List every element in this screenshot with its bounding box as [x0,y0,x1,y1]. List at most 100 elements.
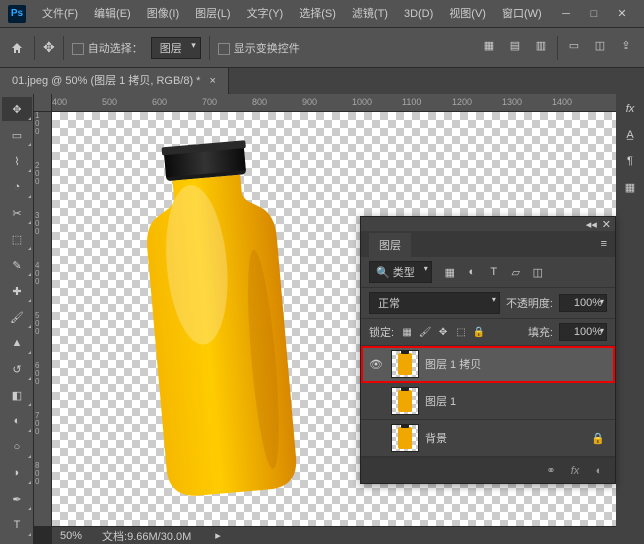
auto-select-label: 自动选择： [72,40,143,56]
titlebar: Ps 文件(F)编辑(E)图像(I)图层(L)文字(Y)选择(S)滤镜(T)3D… [0,0,644,28]
menu-文件f[interactable]: 文件(F) [34,0,86,28]
menu-滤镜t[interactable]: 滤镜(T) [344,0,396,28]
type-panel-icon[interactable]: A̲ [619,124,641,146]
filter-smart-icon[interactable]: ◫ [530,264,546,280]
link-layers-icon[interactable]: ⚭ [543,463,559,479]
tab-close-icon[interactable]: × [210,75,216,87]
eraser-tool[interactable]: ◧ [2,383,32,407]
frame-tool[interactable]: ⬚ [2,227,32,251]
brush-tool[interactable]: 🖌 [2,305,32,329]
layer-fx-icon[interactable]: fx [567,463,583,479]
layers-tab[interactable]: 图层 [369,233,411,257]
ps-logo: Ps [8,5,26,23]
fx-panel-icon[interactable]: fx [619,98,641,120]
panel-menu-icon[interactable]: ≡ [601,238,607,250]
filter-type-select[interactable]: 🔍 类型 [369,261,432,283]
menu-视图v[interactable]: 视图(V) [441,0,494,28]
menu-文字y[interactable]: 文字(Y) [239,0,292,28]
filter-type-icon[interactable]: T [486,264,502,280]
marquee-tool[interactable]: ▭ [2,123,32,147]
lock-pixels-icon[interactable]: 🖌 [418,325,432,339]
move-tool-icon: ✥ [43,39,55,56]
home-icon[interactable] [8,39,26,57]
align-icon-3[interactable]: ▥ [531,36,551,56]
lock-label: 锁定: [369,324,394,340]
align-icon-1[interactable]: ▦ [479,36,499,56]
layer-name[interactable]: 背景 [425,430,591,446]
filter-shape-icon[interactable]: ▱ [508,264,524,280]
auto-select-checkbox[interactable] [72,43,84,55]
layer-name[interactable]: 图层 1 拷贝 [425,356,609,372]
paragraph-panel-icon[interactable]: ¶ [619,150,641,172]
menu-图层l[interactable]: 图层(L) [187,0,238,28]
dodge-tool[interactable]: ◗ [2,461,32,485]
panel-close-icon[interactable]: ✕ [602,218,611,231]
menu-编辑e[interactable]: 编辑(E) [86,0,139,28]
eyedropper-tool[interactable]: ✎ [2,253,32,277]
layers-footer: ⚭ fx ◐ [361,457,615,483]
bottle-image [112,132,352,512]
layer-name[interactable]: 图层 1 [425,393,609,409]
menu-图像i[interactable]: 图像(I) [139,0,187,28]
panel-collapse-icon[interactable]: ◂◂ [586,218,597,231]
ruler-corner [34,94,52,112]
visibility-toggle[interactable] [367,392,385,410]
quick-select-tool[interactable]: ◔ [2,175,32,199]
lock-all-icon[interactable]: 🔒 [472,325,486,339]
options-bar: ✥ 自动选择： 图层 显示变换控件 ▦ ▤ ▥ ▭ ◫ ⇪ [0,28,644,68]
align-icon-2[interactable]: ▤ [505,36,525,56]
minimize-button[interactable]: ─ [552,3,580,25]
layer-thumbnail [391,387,419,415]
layer-mask-icon[interactable]: ◐ [591,463,607,479]
share-icon[interactable]: ⇪ [616,36,636,56]
lock-position-icon[interactable]: ✥ [436,325,450,339]
layer-list: 👁 图层 1 拷贝图层 1 背景🔒 [361,346,615,457]
stamp-tool[interactable]: ▲ [2,331,32,355]
layer-thumbnail [391,424,419,452]
right-dock: fx A̲ ¶ ▦ [616,94,644,544]
doc-size: 文档:9.66M/30.0M [102,528,191,544]
crop-tool[interactable]: ✂ [2,201,32,225]
document-tabs: 01.jpeg @ 50% (图层 1 拷贝, RGB/8) * × [0,68,644,94]
opacity-input[interactable]: 100% [559,294,607,312]
fill-label: 填充: [528,324,553,340]
ruler-horizontal: 40050060070080090010001100120013001400 [52,94,616,112]
history-brush-tool[interactable]: ↺ [2,357,32,381]
zoom-level[interactable]: 50% [60,530,82,542]
maximize-button[interactable]: □ [580,3,608,25]
gradient-tool[interactable]: ◐ [2,409,32,433]
visibility-toggle[interactable]: 👁 [367,355,385,373]
visibility-toggle[interactable] [367,429,385,447]
fill-input[interactable]: 100% [559,323,607,341]
healing-tool[interactable]: ✚ [2,279,32,303]
close-button[interactable]: ✕ [608,3,636,25]
lock-transparent-icon[interactable]: ▦ [400,325,414,339]
ruler-vertical: 1 0 02 0 03 0 04 0 05 0 06 0 07 0 08 0 0 [34,112,52,526]
move-tool[interactable]: ✥ [2,97,32,121]
blur-tool[interactable]: ○ [2,435,32,459]
menu-选择s[interactable]: 选择(S) [291,0,344,28]
type-tool[interactable]: T [2,513,32,537]
menu-3dd[interactable]: 3D(D) [396,0,441,28]
lasso-tool[interactable]: ⌇ [2,149,32,173]
auto-select-target-dropdown[interactable]: 图层 [151,37,201,59]
tools-panel: ✥ ▭ ⌇ ◔ ✂ ⬚ ✎ ✚ 🖌 ▲ ↺ ◧ ◐ ○ ◗ ✒ T [0,94,34,544]
layer-row[interactable]: 👁 图层 1 拷贝 [361,346,615,383]
layers-icon[interactable]: ▭ [564,36,584,56]
layer-row[interactable]: 背景🔒 [361,420,615,457]
layer-thumbnail [391,350,419,378]
swatches-panel-icon[interactable]: ▦ [619,176,641,198]
document-tab[interactable]: 01.jpeg @ 50% (图层 1 拷贝, RGB/8) * × [0,68,229,94]
filter-adjust-icon[interactable]: ◐ [464,264,480,280]
lock-artboard-icon[interactable]: ⬚ [454,325,468,339]
menu-窗口w[interactable]: 窗口(W) [494,0,550,28]
filter-pixel-icon[interactable]: ▦ [442,264,458,280]
workspaces-icon[interactable]: ◫ [590,36,610,56]
show-transform-checkbox[interactable] [218,43,230,55]
blend-mode-select[interactable]: 正常 [369,292,500,314]
pen-tool[interactable]: ✒ [2,487,32,511]
layer-row[interactable]: 图层 1 [361,383,615,420]
opacity-label: 不透明度: [506,295,553,311]
window-controls: ─ □ ✕ [552,3,636,25]
layers-panel: ◂◂ ✕ 图层 ≡ 🔍 类型 ▦ ◐ T ▱ ◫ 正常 不透明度: 100% 锁… [360,216,616,484]
